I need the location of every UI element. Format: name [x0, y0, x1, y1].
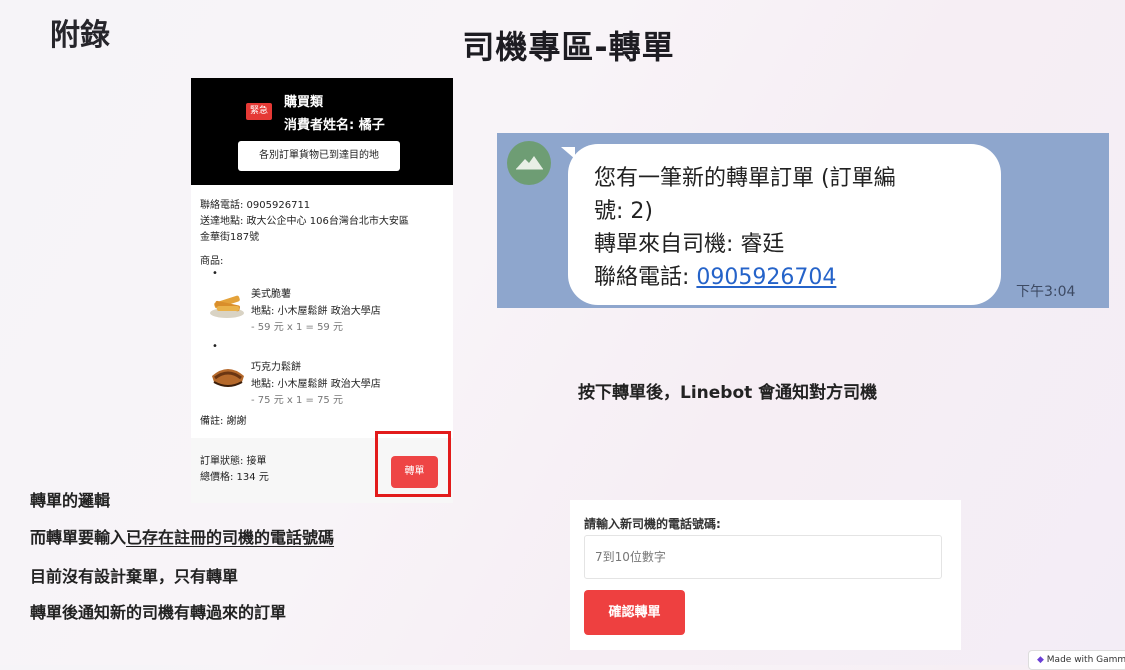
- notes-line-3: 轉單後通知新的司機有轉過來的訂單: [30, 603, 287, 622]
- goods-label: 商品:: [200, 256, 224, 267]
- phone-field-label: 請輸入新司機的電話號碼:: [584, 517, 721, 531]
- item-name: 巧克力鬆餅: [251, 362, 301, 373]
- order-card-header: 緊急 購買類 消費者姓名: 橘子 各別訂單貨物已到達目的地: [191, 78, 453, 185]
- item-location: 地點: 小木屋鬆餅 政治大學店: [251, 306, 381, 317]
- order-category: 購買類: [284, 95, 324, 110]
- arrived-button[interactable]: 各別訂單貨物已到達目的地: [238, 141, 400, 171]
- chat-phone-link[interactable]: 0905926704: [696, 265, 836, 290]
- notes-line-1-prefix: 而轉單要輸入: [30, 528, 127, 547]
- notes-line-2: 目前沒有設計棄單，只有轉單: [30, 567, 239, 586]
- notes-line-1: 而轉單要輸入已存在註冊的司機的電話號碼: [30, 524, 334, 548]
- linebot-caption: 按下轉單後，Linebot 會通知對方司機: [578, 383, 878, 403]
- order-total: 總價格: 134 元: [200, 472, 269, 483]
- mountain-icon: [516, 156, 543, 170]
- driver-phone-input[interactable]: [584, 535, 942, 579]
- slide-title-text: 司機專區-轉單: [462, 28, 675, 66]
- transfer-form: 請輸入新司機的電話號碼: 確認轉單: [570, 500, 961, 650]
- chat-phone-label: 聯絡電話:: [594, 265, 697, 290]
- consumer-name: 消費者姓名: 橘子: [284, 118, 385, 133]
- chat-line-4: 聯絡電話: 0905926704: [594, 259, 836, 291]
- fries-image: [209, 291, 245, 323]
- bot-avatar: [507, 141, 551, 185]
- waffle-image: [209, 364, 247, 396]
- made-with-gamma-badge[interactable]: ◆ Made with Gamma: [1028, 650, 1125, 670]
- line-chat-panel: 您有一筆新的轉單訂單 (訂單編 號: 2) 轉單來自司機: 睿廷 聯絡電話: 0…: [497, 133, 1109, 308]
- chat-line-1: 您有一筆新的轉單訂單 (訂單編: [594, 166, 896, 191]
- order-note: 備註: 謝謝: [200, 416, 247, 427]
- order-address-cont: 金華街187號: [200, 232, 260, 243]
- list-bullet: •: [212, 268, 218, 279]
- chat-bubble: 您有一筆新的轉單訂單 (訂單編 號: 2) 轉單來自司機: 睿廷 聯絡電話: 0…: [568, 144, 1001, 305]
- item-location: 地點: 小木屋鬆餅 政治大學店: [251, 379, 381, 390]
- urgent-badge: 緊急: [246, 103, 272, 120]
- chat-timestamp: 下午3:04: [1016, 284, 1076, 300]
- badge-text: Made with Gamma: [1046, 655, 1125, 665]
- gamma-logo-icon: ◆: [1037, 655, 1044, 665]
- notes-heading: 轉單的邏輯: [30, 491, 111, 510]
- list-bullet: •: [212, 341, 218, 352]
- notes-line-1-underlined: 已存在註冊的司機的電話號碼: [126, 528, 335, 547]
- item-price: - 59 元 x 1 = 59 元: [251, 322, 343, 333]
- confirm-transfer-button[interactable]: 確認轉單: [584, 590, 685, 635]
- order-phone: 聯絡電話: 0905926711: [200, 200, 311, 211]
- order-address: 送達地點: 政大公企中心 106台灣台北市大安區: [200, 216, 409, 227]
- transfer-highlight-box: [375, 431, 451, 497]
- chat-line-2: 號: 2): [594, 199, 653, 224]
- item-name: 美式脆薯: [251, 289, 291, 300]
- chat-line-3: 轉單來自司機: 睿廷: [594, 232, 785, 257]
- item-price: - 75 元 x 1 = 75 元: [251, 395, 343, 406]
- order-status: 訂單狀態: 接單: [200, 456, 267, 467]
- slide-title: 司機專區-轉單: [0, 22, 1125, 68]
